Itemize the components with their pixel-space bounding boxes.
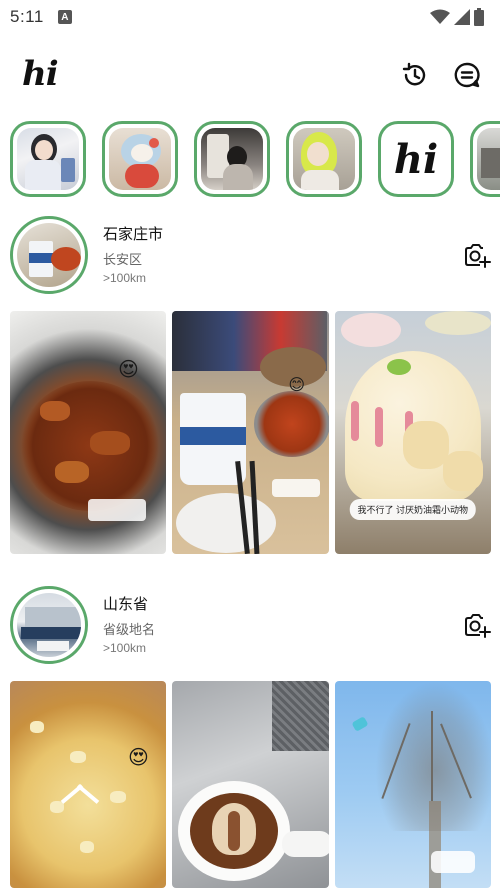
story-thumbnail — [17, 128, 79, 190]
app-logo: hi — [22, 54, 59, 94]
camera-plus-icon — [465, 244, 491, 268]
story-item[interactable] — [470, 121, 500, 197]
message-button[interactable] — [452, 60, 482, 90]
location-title: 山东省 — [103, 596, 149, 613]
photo-row: 😍 😊 我不行了 讨厌奶油霜小动物 — [10, 311, 491, 554]
heart-eyes-emoji-icon: 😍 — [128, 747, 149, 769]
post-header: 山东省 省级地名 >100km — [0, 586, 500, 666]
status-indicators — [430, 8, 484, 26]
camera-plus-icon — [465, 614, 491, 638]
avatar — [17, 223, 81, 287]
location-avatar[interactable] — [10, 216, 88, 294]
location-district: 省级地名 — [103, 622, 156, 637]
story-thumbnail — [109, 128, 171, 190]
story-item[interactable] — [10, 121, 86, 197]
story-hi-logo: hi — [385, 128, 447, 190]
photo-tile[interactable] — [172, 681, 329, 888]
battery-icon — [474, 8, 484, 26]
story-thumbnail — [201, 128, 263, 190]
status-bar: 5:11 A — [0, 0, 500, 34]
story-item[interactable] — [286, 121, 362, 197]
story-item[interactable]: hi — [378, 121, 454, 197]
location-distance: >100km — [103, 641, 147, 655]
photo-row: 😍 — [10, 681, 491, 888]
photo-tile[interactable] — [334, 681, 491, 888]
post-header: 石家庄市 长安区 >100km — [0, 216, 500, 296]
wifi-icon — [430, 9, 450, 24]
photo-tile[interactable]: 我不行了 讨厌奶油霜小动物 — [334, 311, 491, 554]
story-thumbnail — [477, 128, 500, 190]
camera-add-button[interactable] — [463, 241, 491, 269]
location-avatar[interactable] — [10, 586, 88, 664]
emoji-sticker-icon: 😊 — [288, 377, 306, 394]
story-item[interactable] — [194, 121, 270, 197]
photo-tile[interactable]: 😍 — [10, 681, 167, 888]
history-button[interactable] — [400, 60, 430, 90]
story-item[interactable] — [102, 121, 178, 197]
heart-eyes-emoji-icon: 😍 — [118, 359, 139, 381]
history-icon — [402, 62, 426, 86]
camera-add-button[interactable] — [463, 611, 491, 639]
location-district: 长安区 — [103, 252, 143, 267]
status-time: 5:11 — [10, 7, 44, 26]
stories-row: hi — [0, 120, 500, 198]
app-header: hi — [0, 48, 500, 102]
photo-tile[interactable]: 😊 — [172, 311, 329, 554]
notification-icon: A — [57, 10, 72, 24]
photo-tile[interactable]: 😍 — [10, 311, 167, 554]
photo-caption: 我不行了 讨厌奶油霜小动物 — [349, 499, 477, 520]
story-logo-text: hi — [393, 135, 439, 183]
location-title: 石家庄市 — [103, 226, 164, 243]
message-icon — [454, 62, 480, 88]
story-thumbnail — [293, 128, 355, 190]
signal-icon — [454, 9, 470, 25]
location-distance: >100km — [103, 271, 147, 285]
avatar — [17, 593, 81, 657]
